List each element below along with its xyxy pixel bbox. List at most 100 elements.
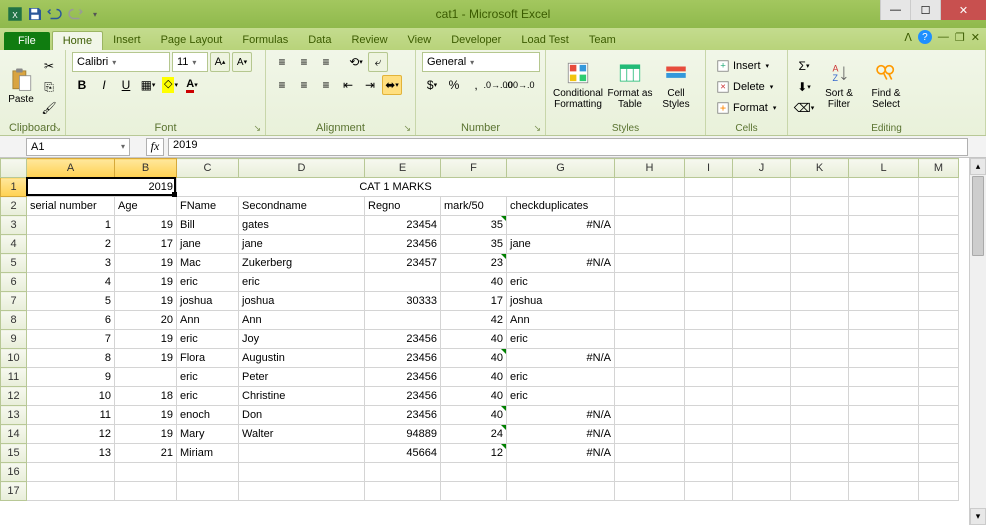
cell[interactable] — [685, 387, 733, 406]
cell[interactable]: joshua — [177, 292, 239, 311]
scroll-thumb[interactable] — [972, 176, 984, 256]
cell[interactable] — [919, 273, 959, 292]
cell[interactable] — [791, 273, 849, 292]
italic-button[interactable]: I — [94, 75, 114, 95]
cell[interactable] — [791, 216, 849, 235]
conditional-formatting-button[interactable]: Conditional Formatting — [552, 52, 604, 118]
cell[interactable]: Age — [115, 197, 177, 216]
row-header-11[interactable]: 11 — [1, 368, 27, 387]
cell[interactable] — [615, 368, 685, 387]
cell[interactable] — [615, 311, 685, 330]
doc-minimize-icon[interactable]: — — [938, 31, 949, 43]
col-header-H[interactable]: H — [615, 159, 685, 178]
cell[interactable]: Mac — [177, 254, 239, 273]
cell[interactable] — [615, 387, 685, 406]
fill-icon[interactable]: ⬇▾ — [794, 77, 814, 97]
cell[interactable]: Zukerberg — [239, 254, 365, 273]
cell[interactable]: 40 — [441, 387, 507, 406]
cell[interactable] — [115, 463, 177, 482]
cell[interactable] — [849, 425, 919, 444]
select-all-corner[interactable] — [1, 159, 27, 178]
cell[interactable] — [615, 444, 685, 463]
cell[interactable] — [239, 463, 365, 482]
paste-button[interactable]: Paste — [6, 52, 36, 118]
vertical-scrollbar[interactable]: ▴ ▾ — [969, 158, 986, 525]
cell[interactable]: 10 — [27, 387, 115, 406]
cell[interactable]: Walter — [239, 425, 365, 444]
cell[interactable] — [919, 216, 959, 235]
decrease-indent-icon[interactable]: ⇤ — [338, 75, 358, 95]
cell[interactable] — [791, 425, 849, 444]
cell[interactable] — [615, 197, 685, 216]
cell[interactable]: joshua — [239, 292, 365, 311]
row-header-13[interactable]: 13 — [1, 406, 27, 425]
cell[interactable]: jane — [507, 235, 615, 254]
cell[interactable]: jane — [177, 235, 239, 254]
currency-icon[interactable]: $▾ — [422, 75, 442, 95]
cell[interactable] — [733, 197, 791, 216]
cell[interactable]: 8 — [27, 349, 115, 368]
cell[interactable]: joshua — [507, 292, 615, 311]
cell[interactable] — [733, 292, 791, 311]
cell[interactable]: 19 — [115, 292, 177, 311]
cell[interactable] — [685, 444, 733, 463]
cell[interactable] — [615, 292, 685, 311]
cell[interactable]: #N/A — [507, 254, 615, 273]
cell[interactable] — [849, 368, 919, 387]
cell[interactable]: eric — [507, 273, 615, 292]
cell[interactable]: 17 — [441, 292, 507, 311]
cell[interactable] — [849, 235, 919, 254]
tab-team[interactable]: Team — [579, 31, 626, 50]
launcher-icon[interactable]: ↘ — [253, 123, 261, 134]
cell[interactable] — [685, 330, 733, 349]
cell[interactable]: 19 — [115, 273, 177, 292]
cell[interactable] — [919, 482, 959, 501]
cell[interactable]: 40 — [441, 330, 507, 349]
cell[interactable] — [441, 463, 507, 482]
cell[interactable] — [919, 387, 959, 406]
cell[interactable]: 23456 — [365, 368, 441, 387]
cell[interactable] — [365, 273, 441, 292]
cell[interactable]: Peter — [239, 368, 365, 387]
col-header-E[interactable]: E — [365, 159, 441, 178]
cell[interactable] — [115, 482, 177, 501]
cell[interactable] — [615, 425, 685, 444]
cell[interactable] — [685, 292, 733, 311]
cell[interactable]: 18 — [115, 387, 177, 406]
cell[interactable] — [733, 368, 791, 387]
cell[interactable]: 20 — [115, 311, 177, 330]
cell[interactable] — [791, 387, 849, 406]
cell[interactable] — [849, 482, 919, 501]
align-middle-icon[interactable]: ≡ — [294, 52, 314, 72]
cell[interactable] — [685, 273, 733, 292]
format-as-table-button[interactable]: Format as Table — [607, 52, 653, 118]
cell[interactable]: 19 — [115, 349, 177, 368]
cell[interactable] — [733, 273, 791, 292]
cell[interactable] — [239, 444, 365, 463]
cell[interactable]: 9 — [27, 368, 115, 387]
tab-page-layout[interactable]: Page Layout — [151, 31, 233, 50]
cell[interactable] — [919, 406, 959, 425]
cell[interactable]: Flora — [177, 349, 239, 368]
cell[interactable]: 19 — [115, 330, 177, 349]
cell[interactable] — [685, 349, 733, 368]
launcher-icon[interactable]: ↘ — [53, 123, 61, 134]
cell[interactable] — [685, 463, 733, 482]
cell[interactable] — [365, 482, 441, 501]
cell[interactable]: 12 — [441, 444, 507, 463]
autosum-icon[interactable]: Σ▾ — [794, 56, 814, 76]
cell[interactable]: checkduplicates — [507, 197, 615, 216]
cell[interactable] — [115, 368, 177, 387]
cell[interactable] — [791, 178, 849, 197]
cell[interactable] — [177, 463, 239, 482]
name-box[interactable]: A1▾ — [26, 138, 130, 156]
cell[interactable]: 23456 — [365, 330, 441, 349]
cell[interactable] — [685, 406, 733, 425]
cell[interactable] — [849, 254, 919, 273]
cell[interactable]: 5 — [27, 292, 115, 311]
cell[interactable]: enoch — [177, 406, 239, 425]
cell[interactable] — [685, 425, 733, 444]
cell[interactable]: 23456 — [365, 387, 441, 406]
cell[interactable]: eric — [177, 368, 239, 387]
cell[interactable] — [615, 254, 685, 273]
